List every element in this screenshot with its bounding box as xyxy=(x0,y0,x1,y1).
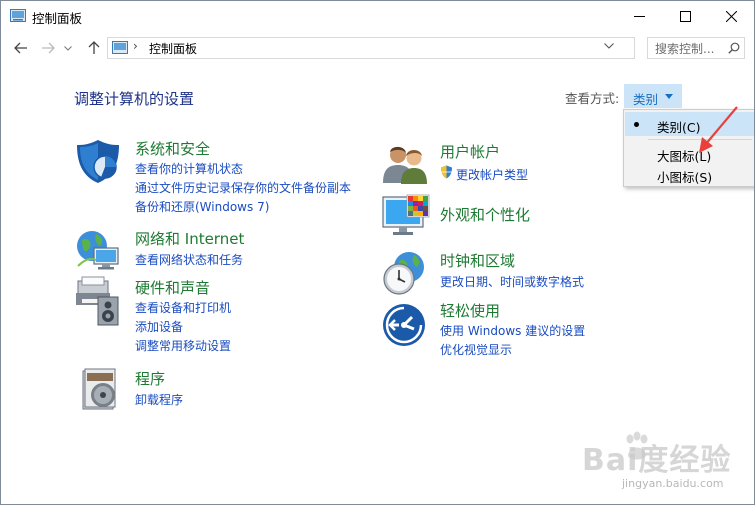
control-panel-window: 控制面板 › 控制面板 搜索控制... 调整计算机的设置 查看方式: 类别 系统… xyxy=(0,0,755,505)
navigation-bar: › 控制面板 搜索控制... xyxy=(1,34,754,62)
change-datetime-format-link[interactable]: 更改日期、时间或数字格式 xyxy=(440,273,584,290)
ease-of-access-icon[interactable] xyxy=(381,302,427,348)
maximize-icon xyxy=(679,11,691,22)
annotation-arrow-icon xyxy=(699,106,738,153)
forward-button[interactable] xyxy=(38,38,58,58)
minimize-icon xyxy=(633,16,645,17)
control-panel-location-icon xyxy=(112,41,128,54)
dropdown-triangle-icon xyxy=(665,94,673,99)
view-by-value[interactable]: 类别 xyxy=(633,89,658,108)
watermark-url: jingyan.baidu.com xyxy=(622,477,724,490)
window-title: 控制面板 xyxy=(32,11,83,26)
printer-speaker-icon[interactable] xyxy=(74,275,122,327)
ease-of-access-title[interactable]: 轻松使用 xyxy=(440,300,500,321)
close-button[interactable] xyxy=(708,1,754,32)
up-button[interactable] xyxy=(84,38,104,58)
programs-disc-icon[interactable] xyxy=(81,367,121,411)
selected-bullet-icon xyxy=(634,122,639,127)
recommended-settings-link[interactable]: 使用 Windows 建议的设置 xyxy=(440,322,585,339)
uac-shield-icon xyxy=(441,165,452,179)
control-panel-app-icon xyxy=(10,9,26,22)
network-globe-icon[interactable] xyxy=(74,226,122,274)
clock-globe-icon[interactable] xyxy=(381,249,429,297)
menu-item-small-icons-label[interactable]: 小图标(S) xyxy=(657,167,712,186)
address-bar[interactable]: › 控制面板 xyxy=(107,37,737,59)
mobility-settings-link[interactable]: 调整常用移动设置 xyxy=(135,337,231,354)
back-button[interactable] xyxy=(11,38,31,58)
search-icon xyxy=(728,42,740,54)
network-internet-title[interactable]: 网络和 Internet xyxy=(135,228,244,249)
change-account-type-link[interactable]: 更改帐户类型 xyxy=(456,166,528,183)
hardware-sound-title[interactable]: 硬件和声音 xyxy=(135,277,210,298)
back-arrow-icon xyxy=(14,42,27,54)
network-status-link[interactable]: 查看网络状态和任务 xyxy=(135,251,243,268)
title-bar[interactable]: 控制面板 xyxy=(1,1,754,32)
view-by-label: 查看方式: xyxy=(565,91,620,106)
baidu-watermark: Bai度经验 jingyan.baidu.com xyxy=(576,421,751,499)
file-history-backup-link[interactable]: 通过文件历史记录保存你的文件备份副本 xyxy=(135,179,351,196)
breadcrumb-separator[interactable]: › xyxy=(133,39,138,53)
view-by-dropdown[interactable]: 类别 xyxy=(624,84,682,108)
users-icon[interactable] xyxy=(381,143,431,185)
clock-region-title[interactable]: 时钟和区域 xyxy=(440,250,515,271)
up-arrow-icon xyxy=(88,41,100,54)
minimize-button[interactable] xyxy=(616,1,662,32)
page-heading: 调整计算机的设置 xyxy=(74,90,195,108)
recent-locations-button[interactable] xyxy=(61,38,75,58)
view-computer-status-link[interactable]: 查看你的计算机状态 xyxy=(135,160,243,177)
user-accounts-title[interactable]: 用户帐户 xyxy=(440,141,500,162)
search-placeholder[interactable]: 搜索控制... xyxy=(655,40,714,57)
watermark-brand: Bai度经验 xyxy=(582,443,732,478)
appearance-title[interactable]: 外观和个性化 xyxy=(440,204,530,225)
address-dropdown-icon[interactable] xyxy=(604,43,614,49)
uninstall-program-link[interactable]: 卸载程序 xyxy=(135,391,183,408)
forward-arrow-icon xyxy=(42,42,55,54)
chevron-down-icon xyxy=(64,45,72,51)
programs-title[interactable]: 程序 xyxy=(135,368,165,389)
devices-printers-link[interactable]: 查看设备和打印机 xyxy=(135,299,231,316)
backup-restore-link[interactable]: 备份和还原(Windows 7) xyxy=(135,198,269,215)
close-icon xyxy=(725,11,737,22)
breadcrumb-control-panel[interactable]: 控制面板 xyxy=(149,40,197,57)
monitor-palette-icon[interactable] xyxy=(381,193,431,241)
shield-icon[interactable] xyxy=(74,137,122,185)
system-security-title[interactable]: 系统和安全 xyxy=(135,138,210,159)
maximize-button[interactable] xyxy=(662,1,708,32)
menu-item-small-icons[interactable]: 小图标(S) xyxy=(625,162,754,186)
search-box[interactable]: 搜索控制... xyxy=(647,37,745,59)
add-device-link[interactable]: 添加设备 xyxy=(135,318,183,335)
optimize-visual-display-link[interactable]: 优化视觉显示 xyxy=(440,341,512,358)
